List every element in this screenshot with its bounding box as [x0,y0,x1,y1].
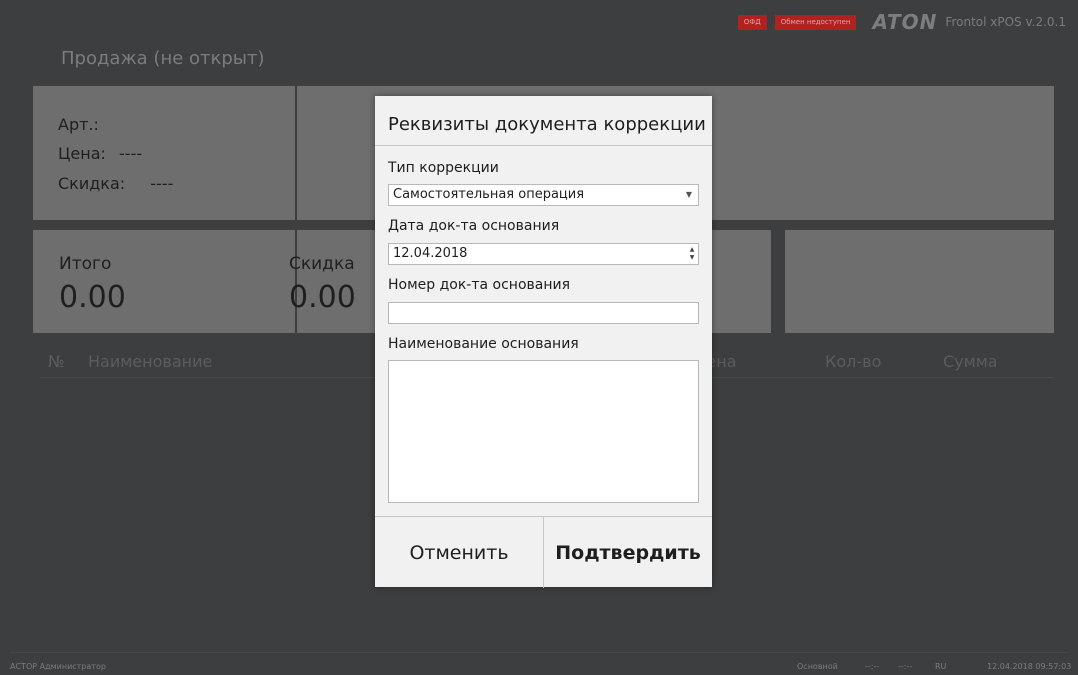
status-time1: --:-- [865,662,880,671]
chevron-down-icon[interactable]: ▼ [686,185,692,205]
correction-type-select[interactable]: Самостоятельная операция ▼ [388,184,699,206]
reason-name-textarea[interactable] [388,360,699,503]
price-line: Цена: ---- [58,144,142,163]
dialog-button-bar: Отменить Подтвердить [375,516,712,588]
exchange-status-badge: Обмен недоступен [774,14,857,30]
discount-total-value: 0.00 [289,280,356,315]
col-qty: Кол-во [825,352,882,371]
ofd-badge: ОФД [737,14,767,30]
correction-document-dialog: Реквизиты документа коррекции Тип коррек… [375,96,712,588]
correction-type-value: Самостоятельная операция [393,187,585,202]
total-label: Итого [59,254,112,274]
confirm-button[interactable]: Подтвердить [544,517,712,588]
base-doc-date-label: Дата док-та основания [388,218,560,234]
col-sum: Сумма [943,352,998,371]
base-doc-date-input[interactable]: 12.04.2018 ▲ ▼ [388,243,699,265]
discount-total-label: Скидка [289,254,355,274]
status-mode: Основной [797,662,838,671]
correction-type-label: Тип коррекции [388,160,499,176]
discount-line: Скидка: ---- [58,174,173,193]
base-doc-number-input[interactable] [388,302,699,324]
article-label: Арт.: [58,115,99,134]
dialog-title: Реквизиты документа коррекции [388,114,706,135]
base-doc-date-value: 12.04.2018 [393,246,468,261]
total-value: 0.00 [59,280,126,315]
discount-label: Скидка: [58,174,126,193]
item-info-panel: Арт.: Цена: ---- Скидка: ---- [33,86,295,220]
page-title: Продажа (не открыт) [61,48,265,69]
topbar: ОФД Обмен недоступен ATON Frontol xPOS v… [737,10,1066,34]
discount-value: ---- [150,174,174,193]
total-panel: Итого 0.00 [33,230,295,333]
status-time2: --:-- [898,662,913,671]
col-name: Наименование [88,352,213,371]
app-version: Frontol xPOS v.2.0.1 [945,15,1066,29]
status-lang: RU [935,662,947,671]
price-value: ---- [119,144,143,163]
reason-name-label: Наименование основания [388,336,579,352]
base-doc-number-label: Номер док-та основания [388,277,571,293]
date-spinner-icon[interactable]: ▲ ▼ [688,246,696,262]
cancel-button[interactable]: Отменить [375,517,544,588]
dialog-title-divider [375,145,712,146]
status-user: АСТОР Администратор [10,662,106,671]
price-label: Цена: [58,144,106,163]
col-num: № [48,352,65,371]
statusbar-divider [10,652,1068,653]
status-datetime: 12.04.2018 09:57:03 [987,662,1072,671]
extra-total-panel [785,230,1054,333]
brand-logo: ATON [872,10,938,34]
